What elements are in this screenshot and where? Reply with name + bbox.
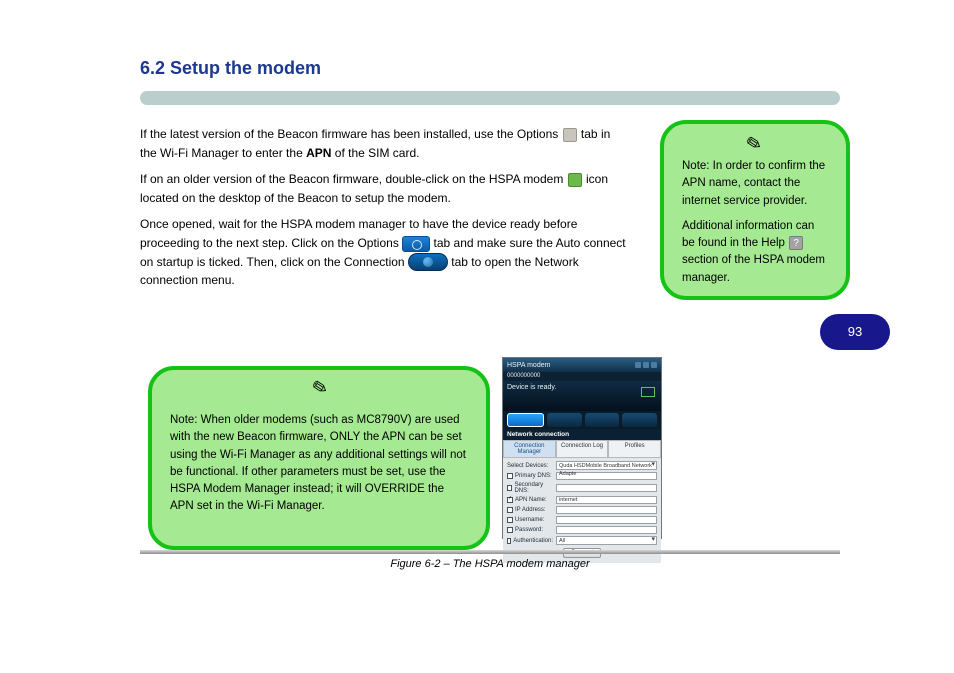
hspa-title: HSPA modem <box>507 362 550 369</box>
lbl-ip-address: IP Address: <box>507 507 553 513</box>
note-right-text: Note: In order to confirm the APN name, … <box>682 158 828 287</box>
row-authentication: Authentication: All <box>507 536 657 545</box>
cb-username[interactable] <box>507 517 513 523</box>
figure-caption: Figure 6-2 – The HSPA modem manager <box>140 558 840 570</box>
row-primary-dns: Primary DNS: <box>507 472 657 480</box>
hspa-tab-connection[interactable] <box>507 413 544 427</box>
page-content: 6.2 Setup the modem If the latest versio… <box>140 58 860 298</box>
fld-ip-address[interactable] <box>556 506 657 514</box>
hspa-status-text: Device is ready. <box>507 384 556 391</box>
hspa-form: Select Devices: Quda HSDMobile Broadband… <box>503 458 661 563</box>
hspa-modem-screenshot: HSPA modem 0000000000 Device is ready. N… <box>502 357 662 539</box>
subtab-connection-manager[interactable]: Connection Manager <box>503 440 556 458</box>
row-apn-name: APN Name: internet <box>507 496 657 504</box>
lbl-secondary-dns: Secondary DNS: <box>507 482 553 494</box>
note-right-line1: Note: In order to confirm the APN name, … <box>682 158 828 210</box>
apn-label: APN <box>306 146 331 160</box>
laptop-icon <box>641 387 655 397</box>
hspa-window-controls[interactable] <box>635 362 657 368</box>
paragraph-2: If on an older version of the Beacon fir… <box>140 170 630 207</box>
subtab-profiles[interactable]: Profiles <box>608 440 661 458</box>
lbl-primary-dns: Primary DNS: <box>507 473 553 479</box>
lbl-apn-name: APN Name: <box>507 497 553 503</box>
lbl-select-device: Select Devices: <box>507 463 553 469</box>
paragraph-3: Once opened, wait for the HSPA modem man… <box>140 215 630 290</box>
row-username: Username: <box>507 516 657 524</box>
cb-authentication[interactable] <box>507 538 511 544</box>
hspa-titlebar: HSPA modem <box>503 358 661 372</box>
fld-secondary-dns[interactable] <box>556 484 657 492</box>
title-underline-bar <box>140 91 840 105</box>
note-right-line2b: section of the HSPA modem manager. <box>682 254 825 283</box>
cb-ip-address[interactable] <box>507 507 513 513</box>
options-tab-icon <box>402 236 430 252</box>
row-secondary-dns: Secondary DNS: <box>507 482 657 494</box>
p2a: If on an older version of the Beacon fir… <box>140 172 567 186</box>
hspa-subtabs: Connection Manager Connection Log Profil… <box>503 440 661 458</box>
note-older-modems: ✎ Note: When older modems (such as MC879… <box>148 366 490 550</box>
options-icon <box>563 128 577 142</box>
row-password: Password: <box>507 526 657 534</box>
hspa-status-area: Device is ready. <box>503 381 661 411</box>
lbl-username: Username: <box>507 517 553 523</box>
section-title: 6.2 Setup the modem <box>140 58 860 79</box>
cb-password[interactable] <box>507 527 513 533</box>
hspa-subbar: 0000000000 <box>503 372 661 381</box>
p1a: If the latest version of the Beacon firm… <box>140 127 562 141</box>
pen-icon: ✎ <box>306 374 330 403</box>
page-number-badge: 93 <box>820 314 890 350</box>
note-bottom-text: Note: When older modems (such as MC8790V… <box>170 412 468 516</box>
note-right-line2: Additional information can be found in t… <box>682 218 828 287</box>
lbl-password: Password: <box>507 527 553 533</box>
pen-icon: ✎ <box>740 130 764 159</box>
sel-authentication[interactable]: All <box>556 536 657 545</box>
p1c: of the SIM card. <box>335 146 420 160</box>
fld-password[interactable] <box>556 526 657 534</box>
cb-apn-name[interactable] <box>507 497 513 503</box>
lbl-authentication: Authentication: <box>507 538 553 544</box>
fld-apn-name[interactable]: internet <box>556 496 657 504</box>
connection-tab-icon <box>408 253 448 271</box>
note-apn-help: ✎ Note: In order to confirm the APN name… <box>660 120 850 300</box>
body-text-block: If the latest version of the Beacon firm… <box>140 125 630 290</box>
hspa-desktop-icon <box>568 173 582 187</box>
cb-primary-dns[interactable] <box>507 473 513 479</box>
footer-divider <box>140 550 840 554</box>
hspa-tab-2[interactable] <box>547 413 582 427</box>
hspa-tab-3[interactable] <box>585 413 620 427</box>
select-device-dropdown[interactable]: Quda HSDMobile Broadband Network Adapte <box>556 461 657 470</box>
hspa-section-label: Network connection <box>503 429 661 440</box>
help-icon: ? <box>789 236 803 250</box>
fld-username[interactable] <box>556 516 657 524</box>
row-ip-address: IP Address: <box>507 506 657 514</box>
hspa-main-tabs <box>503 411 661 429</box>
row-select-device: Select Devices: Quda HSDMobile Broadband… <box>507 461 657 470</box>
paragraph-1: If the latest version of the Beacon firm… <box>140 125 630 162</box>
hspa-tab-options[interactable] <box>622 413 657 427</box>
cb-secondary-dns[interactable] <box>507 485 512 491</box>
subtab-connection-log[interactable]: Connection Log <box>556 440 609 458</box>
